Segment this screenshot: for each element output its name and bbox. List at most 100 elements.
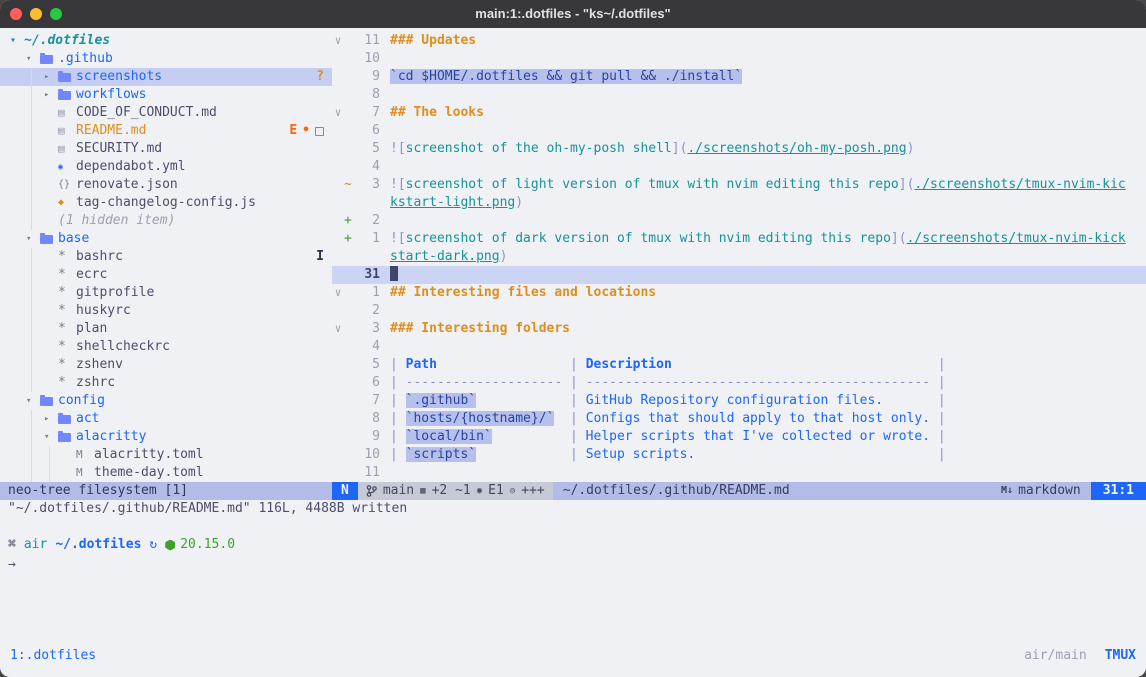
fold-marker <box>332 212 344 230</box>
line-text: ![screenshot of the oh-my-posh shell](./… <box>380 140 1146 158</box>
editor-line[interactable]: ~3![screenshot of light version of tmux … <box>332 176 1146 194</box>
text-segment: ./screenshots/oh-my-posh.png <box>687 141 906 156</box>
tree-item-huskyrc[interactable]: *huskyrc <box>0 302 332 320</box>
command-line-message: "~/.dotfiles/.github/README.md" 116L, 44… <box>0 500 1146 518</box>
text-segment: | <box>554 411 585 426</box>
editor-line[interactable]: 4 <box>332 338 1146 356</box>
text-segment: screenshot of light version of tmux with… <box>406 177 899 192</box>
editor-line[interactable]: 11 <box>332 464 1146 482</box>
tree-item-zshrc[interactable]: *zshrc <box>0 374 332 392</box>
text-segment: kstart-light.png <box>390 195 515 210</box>
tree-item-plan[interactable]: *plan <box>0 320 332 338</box>
editor-line[interactable]: 5![screenshot of the oh-my-posh shell](.… <box>332 140 1146 158</box>
editor-line[interactable]: 6 <box>332 122 1146 140</box>
fold-marker <box>332 338 344 356</box>
fold-marker <box>332 194 344 212</box>
tree-folder-base[interactable]: ▾base <box>0 230 332 248</box>
close-window-button[interactable] <box>10 8 22 20</box>
minimize-window-button[interactable] <box>30 8 42 20</box>
line-text: | Path | Description | <box>380 356 1146 374</box>
badges: ? <box>316 68 326 86</box>
tree-item-tag-changelog-config-js[interactable]: ◆tag-changelog-config.js <box>0 194 332 212</box>
tree-folder-screenshots[interactable]: ▸screenshots? <box>0 68 332 86</box>
folder-icon <box>58 91 71 100</box>
text-segment: -------------------- <box>406 375 563 390</box>
chevron-right-icon: ▸ <box>44 410 58 428</box>
editor-line[interactable]: 9`cd $HOME/.dotfiles && git pull && ./in… <box>332 68 1146 86</box>
git-sign <box>344 374 354 392</box>
tree-folder-dotfiles[interactable]: ▾~/.dotfiles <box>0 32 332 50</box>
git-sign <box>344 194 354 212</box>
text-segment: Setup scripts. <box>586 447 696 462</box>
editor-line[interactable]: 2 <box>332 302 1146 320</box>
editor-line[interactable]: 4 <box>332 158 1146 176</box>
tree-folder-act[interactable]: ▸act <box>0 410 332 428</box>
chevron-down-icon: ▾ <box>10 32 24 50</box>
tree-item-bashrc[interactable]: *bashrcI <box>0 248 332 266</box>
shell-file-icon: * <box>58 266 66 284</box>
icon-slot <box>40 235 58 244</box>
editor-line[interactable]: 31 <box>332 266 1146 284</box>
tree-item-security-md[interactable]: ▤SECURITY.md <box>0 140 332 158</box>
fold-marker <box>332 356 344 374</box>
editor-line[interactable]: start-dark.png) <box>332 248 1146 266</box>
line-text: | -------------------- | ---------------… <box>380 374 1146 392</box>
tree-item-readme-md[interactable]: ▤README.mdE• <box>0 122 332 140</box>
line-number: 10 <box>354 446 380 464</box>
file-icon: ▤ <box>58 140 65 158</box>
text-segment: ]( <box>891 231 907 246</box>
tree-item-shellcheckrc[interactable]: *shellcheckrc <box>0 338 332 356</box>
tree-folder-config[interactable]: ▾config <box>0 392 332 410</box>
editor-line[interactable]: 5| Path | Description | <box>332 356 1146 374</box>
tree-item-label: alacritty <box>76 428 146 446</box>
editor-line[interactable]: 7| `.github` | GitHub Repository configu… <box>332 392 1146 410</box>
chevron-down-icon: ▾ <box>26 392 40 410</box>
editor-line[interactable]: 10| `scripts` | Setup scripts. | <box>332 446 1146 464</box>
editor-line[interactable]: +2 <box>332 212 1146 230</box>
git-sign <box>344 266 354 284</box>
tree-item-ecrc[interactable]: *ecrc <box>0 266 332 284</box>
text-segment: screenshot of the oh-my-posh shell <box>406 141 672 156</box>
git-sign: + <box>344 230 354 248</box>
editor-line[interactable]: 8 <box>332 86 1146 104</box>
yaml-file-icon: ◉ <box>58 158 63 176</box>
indent-guide <box>31 410 32 482</box>
git-sign: + <box>344 212 354 230</box>
editor-line[interactable]: +1![screenshot of dark version of tmux w… <box>332 230 1146 248</box>
text-segment: `scripts` <box>406 447 476 462</box>
editor-line[interactable]: ∨11### Updates <box>332 32 1146 50</box>
tree-item-renovate-json[interactable]: {}renovate.json <box>0 176 332 194</box>
line-number <box>354 194 380 212</box>
zoom-window-button[interactable] <box>50 8 62 20</box>
editor-line[interactable]: kstart-light.png) <box>332 194 1146 212</box>
tree-folder-workflows[interactable]: ▸workflows <box>0 86 332 104</box>
editor-line[interactable]: ∨7## The looks <box>332 104 1146 122</box>
tree-item-zshenv[interactable]: *zshenv <box>0 356 332 374</box>
line-number: 3 <box>354 176 380 194</box>
folder-icon <box>40 55 53 64</box>
tree-item-code-of-conduct-md[interactable]: ▤CODE_OF_CONDUCT.md <box>0 104 332 122</box>
editor-line[interactable]: 10 <box>332 50 1146 68</box>
git-sign <box>344 140 354 158</box>
editor-line[interactable]: 9| `local/bin` | Helper scripts that I'v… <box>332 428 1146 446</box>
icon-slot: * <box>58 302 76 320</box>
tmux-label: TMUX <box>1105 645 1136 667</box>
editor-line[interactable]: 6| -------------------- | --------------… <box>332 374 1146 392</box>
line-text: ## The looks <box>380 104 1146 122</box>
line-text <box>380 338 1146 356</box>
tree-item-gitprofile[interactable]: *gitprofile <box>0 284 332 302</box>
editor-line[interactable]: 8| `hosts/{hostname}/` | Configs that sh… <box>332 410 1146 428</box>
icon-slot <box>58 73 76 82</box>
node-icon <box>165 540 175 551</box>
text-segment: | <box>390 411 406 426</box>
tree-folder-alacritty[interactable]: ▾alacritty <box>0 428 332 446</box>
tmux-window-tab[interactable]: 1:.dotfiles <box>10 645 96 667</box>
icon-slot <box>58 91 76 100</box>
text-segment: | <box>672 357 946 372</box>
fold-marker <box>332 374 344 392</box>
editor-line[interactable]: ∨1## Interesting files and locations <box>332 284 1146 302</box>
editor-line[interactable]: ∨3### Interesting folders <box>332 320 1146 338</box>
tree-item-label: workflows <box>76 86 146 104</box>
tree-item-dependabot-yml[interactable]: ◉dependabot.yml <box>0 158 332 176</box>
tree-folder-github[interactable]: ▾.github <box>0 50 332 68</box>
